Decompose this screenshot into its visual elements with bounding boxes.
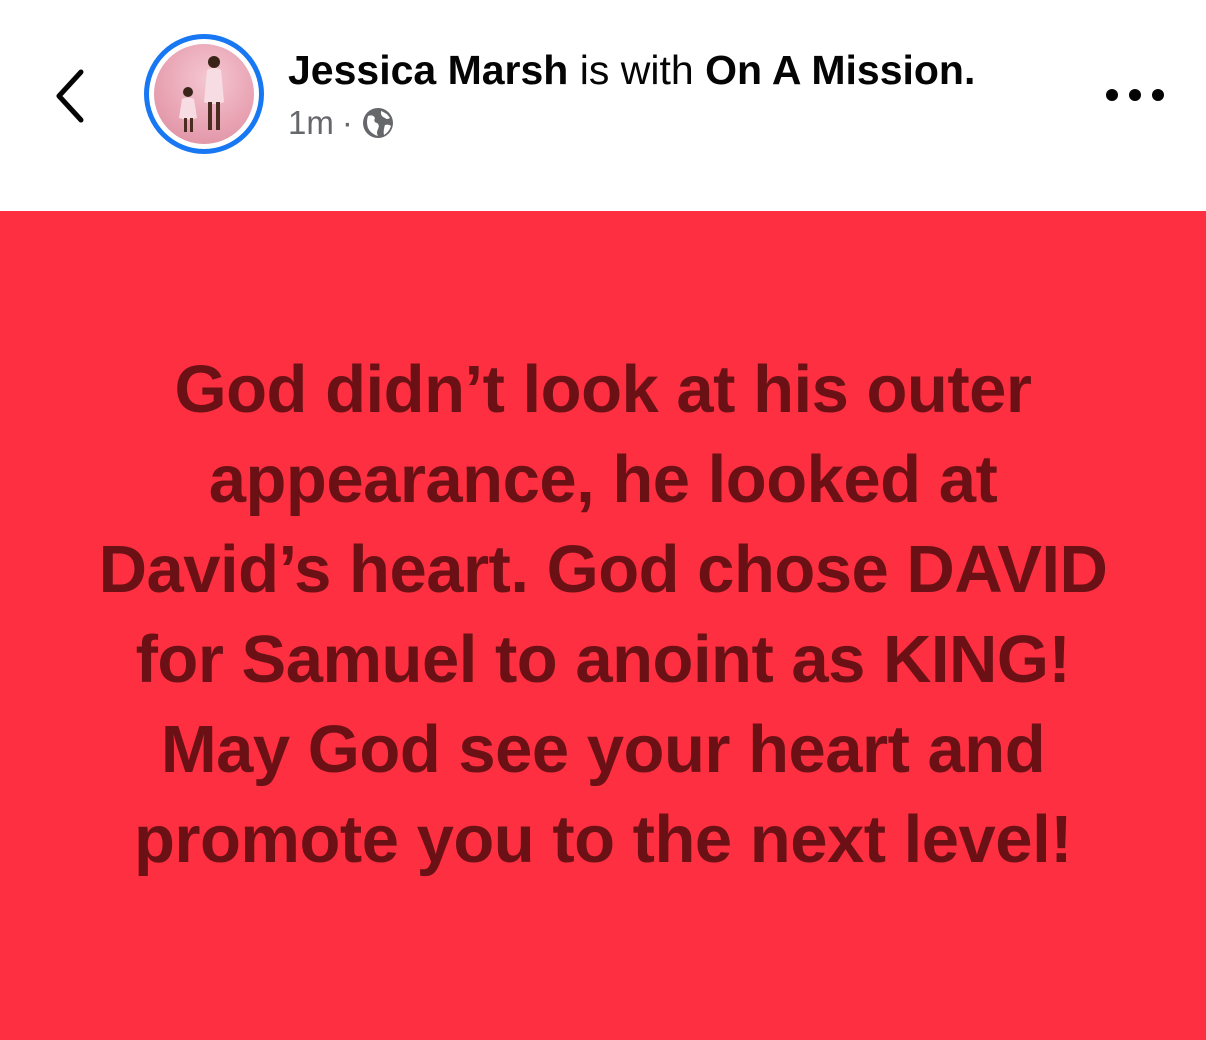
more-horizontal-icon-dot	[1152, 89, 1164, 101]
more-horizontal-icon-dot	[1129, 89, 1141, 101]
post-timestamp[interactable]: 1m	[288, 104, 334, 142]
author-name[interactable]: Jessica Marsh	[288, 47, 568, 93]
back-button[interactable]	[40, 58, 100, 134]
more-horizontal-icon-dot	[1106, 89, 1118, 101]
globe-icon	[362, 108, 393, 138]
with-connector: is with	[568, 47, 706, 93]
post-meta: 1m ·	[288, 100, 395, 146]
post-background: God didn’t look at his outer appearance,…	[0, 211, 1206, 1040]
chevron-left-icon	[56, 69, 84, 123]
author-avatar[interactable]	[144, 34, 264, 154]
meta-separator: ·	[341, 104, 353, 141]
more-options-button[interactable]	[1098, 70, 1172, 120]
tagged-entity[interactable]: On A Mission.	[705, 47, 975, 93]
avatar-image	[179, 56, 224, 132]
post-text: God didn’t look at his outer appearance,…	[98, 351, 1108, 877]
avatar-photo	[154, 44, 254, 144]
post-header: Jessica Marsh is with On A Mission. 1m ·	[0, 0, 1206, 211]
post-title: Jessica Marsh is with On A Mission.	[288, 44, 975, 96]
